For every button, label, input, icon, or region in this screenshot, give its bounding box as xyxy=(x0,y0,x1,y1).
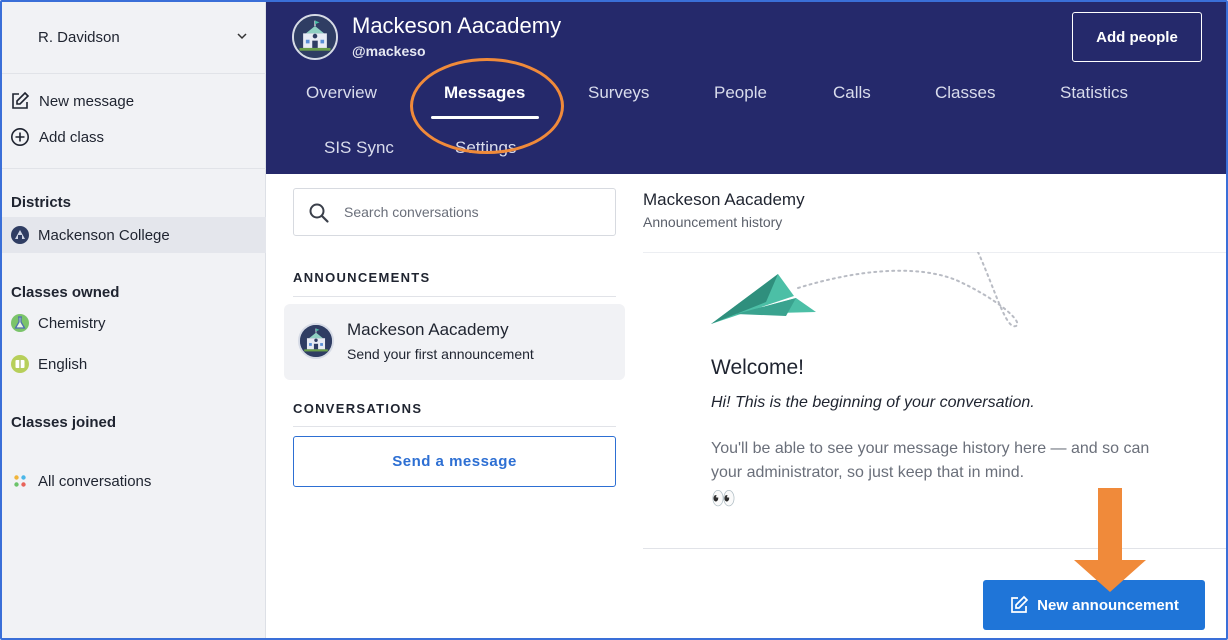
send-message-button[interactable]: Send a message xyxy=(293,436,616,487)
new-announcement-label: New announcement xyxy=(1037,596,1179,614)
school-avatar xyxy=(292,14,338,60)
district-label: Mackenson College xyxy=(38,226,170,244)
chevron-down-icon xyxy=(237,33,247,40)
announcement-subtitle: Send your first announcement xyxy=(347,346,534,362)
tab-sis-sync[interactable]: SIS Sync xyxy=(324,138,394,158)
announcement-list-item[interactable]: Mackeson Aacademy Send your first announ… xyxy=(284,304,625,380)
annotation-highlight-circle xyxy=(410,58,564,154)
tab-overview[interactable]: Overview xyxy=(306,83,377,103)
classes-owned-heading: Classes owned xyxy=(11,284,120,301)
conversations-heading: CONVERSATIONS xyxy=(293,401,423,416)
add-class-button[interactable]: Add class xyxy=(10,124,104,150)
tab-surveys[interactable]: Surveys xyxy=(588,83,649,103)
new-message-label: New message xyxy=(39,92,135,110)
announcement-title: Mackeson Aacademy xyxy=(347,320,509,339)
dots-icon xyxy=(10,471,30,491)
edit-icon xyxy=(12,91,30,109)
eyes-emoji: 👀 xyxy=(711,488,736,510)
conversations-divider xyxy=(293,426,616,427)
chemistry-label: Chemistry xyxy=(38,314,106,332)
annotation-arrow-down xyxy=(1074,488,1146,592)
book-icon xyxy=(10,354,30,374)
school-building-icon xyxy=(300,325,332,357)
new-message-button[interactable]: New message xyxy=(10,88,134,114)
school-avatar-small xyxy=(298,323,334,359)
school-handle: @mackeso xyxy=(352,43,426,59)
conversation-start-text: Hi! This is the beginning of your conver… xyxy=(711,394,1035,411)
search-icon xyxy=(309,203,329,223)
tab-people[interactable]: People xyxy=(714,83,767,103)
add-people-button[interactable]: Add people xyxy=(1072,12,1202,62)
sidebar: R. Davidson New message Add class Distri… xyxy=(2,2,266,638)
history-info-text: You'll be able to see your message histo… xyxy=(711,440,1150,481)
user-menu[interactable]: R. Davidson xyxy=(2,2,266,74)
school-name: Mackeson Aacademy xyxy=(352,13,562,38)
tab-statistics[interactable]: Statistics xyxy=(1060,83,1128,103)
group-header: Mackeson Aacademy @mackeso Add people Ov… xyxy=(266,2,1226,174)
school-building-icon xyxy=(294,16,336,58)
districts-heading: Districts xyxy=(11,194,72,211)
tab-classes[interactable]: Classes xyxy=(935,83,995,103)
user-name: R. Davidson xyxy=(38,29,120,46)
welcome-heading: Welcome! xyxy=(711,356,804,379)
sidebar-item-chemistry[interactable]: Chemistry xyxy=(2,305,266,341)
english-label: English xyxy=(38,355,88,373)
panel-title: Mackeson Aacademy xyxy=(643,190,805,209)
search-input[interactable] xyxy=(344,204,594,220)
announcements-heading: ANNOUNCEMENTS xyxy=(293,270,431,285)
district-icon xyxy=(10,225,30,245)
sidebar-item-mackenson-college[interactable]: Mackenson College xyxy=(2,217,266,253)
flask-icon xyxy=(10,313,30,333)
all-conversations-label: All conversations xyxy=(38,472,152,490)
sidebar-item-english[interactable]: English xyxy=(2,346,266,382)
sidebar-divider xyxy=(2,168,266,169)
paper-plane-illustration xyxy=(711,252,1019,328)
classes-joined-heading: Classes joined xyxy=(11,414,117,431)
plus-circle-icon xyxy=(11,128,29,146)
edit-icon xyxy=(1011,595,1029,613)
sidebar-item-all-conversations[interactable]: All conversations xyxy=(2,463,266,499)
search-conversations-field[interactable] xyxy=(293,188,616,236)
panel-subtitle: Announcement history xyxy=(643,214,783,230)
announcements-divider xyxy=(293,296,616,297)
add-class-label: Add class xyxy=(39,128,105,146)
tab-calls[interactable]: Calls xyxy=(833,83,871,103)
